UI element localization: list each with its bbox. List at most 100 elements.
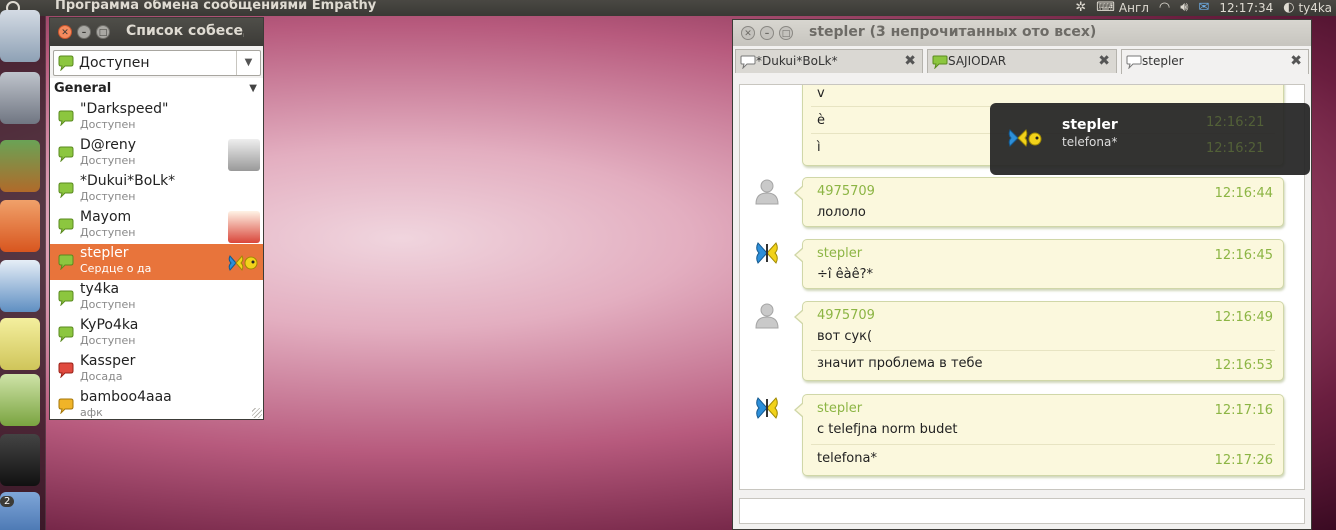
message-sender: 4975709 — [817, 308, 875, 323]
notification-body: telefona* — [1062, 135, 1118, 149]
message-text: ì — [817, 140, 821, 155]
contact-row[interactable]: ty4ka Доступен — [50, 280, 263, 316]
user-menu[interactable]: ◐ ty4ka — [1283, 0, 1332, 16]
maximize-button[interactable]: □ — [96, 25, 110, 39]
contact-avatar — [228, 247, 260, 279]
message-sender: stepler — [817, 246, 863, 261]
message-pointer — [794, 247, 804, 263]
moon-icon: ◐ — [1283, 0, 1295, 15]
chevron-down-icon[interactable]: ▼ — [236, 51, 260, 75]
contact-window-titlebar[interactable]: ✕ – □ Список собеседников — [50, 18, 263, 46]
available-status-icon — [58, 218, 74, 234]
group-header[interactable]: General ▼ — [50, 78, 263, 100]
user-name: ty4ka — [1298, 1, 1332, 15]
message-pointer — [794, 185, 804, 201]
close-tab-icon[interactable]: ✖ — [1290, 50, 1302, 72]
message-text: v — [817, 86, 825, 101]
launcher-item-empathy[interactable] — [0, 374, 40, 426]
contact-status: афк — [80, 406, 103, 419]
tab-stepler[interactable]: stepler ✖ — [1121, 49, 1309, 74]
message-time: 12:16:45 — [1214, 248, 1273, 263]
contact-row[interactable]: "Darkspeed" Доступен — [50, 100, 263, 136]
launcher-item-top[interactable] — [0, 10, 40, 62]
available-status-icon — [932, 55, 948, 69]
available-status-icon — [58, 290, 74, 306]
chat-bubble-icon — [740, 55, 756, 69]
contact-row[interactable]: Kassper Досада — [50, 352, 263, 388]
available-status-icon — [58, 326, 74, 342]
network-icon[interactable]: ◠ — [1159, 0, 1170, 16]
close-button[interactable]: ✕ — [741, 26, 755, 40]
expander-icon[interactable]: ▼ — [249, 78, 257, 100]
available-status-icon — [58, 182, 74, 198]
message-block: 4975709 12:16:44 лололо — [794, 177, 1284, 227]
status-selector[interactable]: Доступен ▼ — [53, 50, 261, 76]
contact-status: Доступен — [80, 334, 136, 347]
contact-name: *Dukui*BoLk* — [80, 173, 176, 189]
keyboard-layout-label: Англ — [1118, 1, 1149, 15]
message-pointer — [794, 402, 804, 418]
away-status-icon — [58, 398, 74, 414]
contact-list[interactable]: General ▼ "Darkspeed" Доступен D@reny Досту… — [50, 78, 263, 419]
app-title: Программа обмена сообщениями Empathy — [55, 0, 377, 13]
message-sender: stepler — [817, 401, 863, 416]
close-button[interactable]: ✕ — [58, 25, 72, 39]
keyboard-layout[interactable]: ⌨ Англ — [1096, 0, 1149, 16]
contact-name: "Darkspeed" — [80, 101, 169, 117]
mail-icon[interactable]: ✉ — [1198, 0, 1209, 16]
tab-sajiodar[interactable]: SAJIODAR ✖ — [927, 49, 1117, 73]
launcher-item-workspaces[interactable]: 2 — [0, 492, 40, 530]
message-text: лололо — [817, 205, 866, 220]
workspace-badge: 2 — [0, 496, 15, 507]
notification-title: stepler — [1062, 117, 1118, 133]
default-avatar-icon — [754, 177, 780, 205]
contact-name: bamboo4aaa — [80, 389, 172, 405]
available-status-icon — [58, 110, 74, 126]
launcher-item-chat[interactable] — [0, 72, 40, 124]
keyboard-icon: ⌨ — [1096, 0, 1116, 15]
message-text: значит проблема в тебе — [817, 356, 983, 371]
contact-window-title: Список собеседников — [126, 23, 244, 39]
contact-row[interactable]: Mayom Доступен — [50, 208, 263, 244]
default-avatar-icon — [754, 301, 780, 329]
contact-row[interactable]: stepler Сердце о да — [50, 244, 263, 280]
launcher-item-settings[interactable] — [0, 140, 40, 192]
message-input[interactable] — [739, 498, 1305, 524]
group-name: General — [54, 81, 112, 96]
contact-row[interactable]: *Dukui*BoLk* Доступен — [50, 172, 263, 208]
contact-name: ty4ka — [80, 281, 120, 297]
volume-icon[interactable]: 🔊︎ — [1180, 0, 1188, 16]
system-tray: ✲ ⌨ Англ ◠ 🔊︎ ✉ 12:17:34 ◐ ty4ka — [1065, 0, 1336, 16]
close-tab-icon[interactable]: ✖ — [1098, 50, 1110, 72]
chat-window-titlebar[interactable]: ✕ – □ stepler (3 непрочитанных ото всех) — [733, 20, 1311, 46]
launcher-item-home-folder[interactable] — [0, 200, 40, 252]
resize-grip-icon[interactable] — [252, 408, 262, 418]
message-time: 12:16:21 — [1206, 141, 1265, 156]
message-time: 12:16:49 — [1214, 310, 1273, 325]
contact-avatar — [228, 139, 260, 171]
message-text: с telefjna norm budet — [817, 422, 958, 437]
launcher-item-game[interactable] — [0, 434, 40, 486]
launcher-item-writer[interactable] — [0, 260, 40, 312]
chat-window-title: stepler (3 непрочитанных ото всех) — [809, 24, 1097, 40]
contact-name: KyPo4ka — [80, 317, 139, 333]
contact-row[interactable]: KyPo4ka Доступен — [50, 316, 263, 352]
minimize-button[interactable]: – — [77, 25, 91, 39]
launcher-item-notes[interactable] — [0, 318, 40, 370]
butterfly-avatar-icon — [754, 239, 780, 267]
message-separator — [811, 350, 1275, 351]
maximize-button[interactable]: □ — [779, 26, 793, 40]
clock[interactable]: 12:17:34 — [1219, 0, 1273, 16]
message-text: вот сук( — [817, 329, 873, 344]
minimize-button[interactable]: – — [760, 26, 774, 40]
contact-row[interactable]: bamboo4aaa афк — [50, 388, 263, 419]
message-text: è — [817, 113, 825, 128]
available-status-icon — [58, 55, 74, 71]
close-tab-icon[interactable]: ✖ — [904, 50, 916, 72]
message-block: stepler 12:16:45 ÷î êàê?* — [794, 239, 1284, 289]
tab-label: stepler — [1142, 54, 1184, 68]
tab-dukui-bolk[interactable]: *Dukui*BoLk* ✖ — [735, 49, 923, 73]
message-time: 12:16:53 — [1214, 358, 1273, 373]
accessibility-icon[interactable]: ✲ — [1075, 0, 1086, 16]
contact-row[interactable]: D@reny Доступен — [50, 136, 263, 172]
